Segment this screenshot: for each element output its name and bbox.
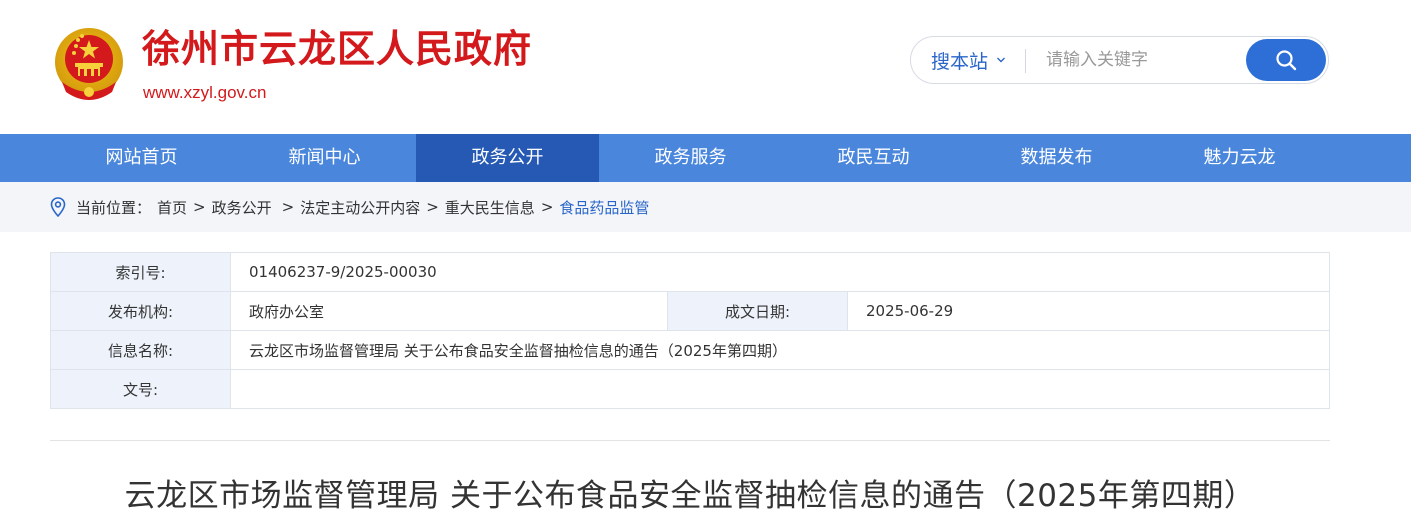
info-table: 索引号: 01406237-9/2025-00030 发布机构: 政府办公室 成… [50, 252, 1330, 409]
nav-item-interaction[interactable]: 政民互动 [782, 134, 965, 182]
breadcrumb-separator: > [193, 198, 206, 216]
table-row: 信息名称: 云龙区市场监督管理局 关于公布食品安全监督抽检信息的通告（2025年… [50, 330, 1330, 370]
site-title[interactable]: 徐州市云龙区人民政府 [142, 30, 532, 68]
main-nav: 网站首页 新闻中心 政务公开 政务服务 政民互动 数据发布 魅力云龙 [0, 134, 1411, 182]
site-header: 徐州市云龙区人民政府 www.xzyl.gov.cn 搜本站 [0, 0, 1411, 134]
location-pin-icon [50, 197, 66, 217]
breadcrumb-prefix: 当前位置： [76, 198, 152, 217]
nav-item-gov-services[interactable]: 政务服务 [599, 134, 782, 182]
breadcrumb-separator: > [281, 198, 295, 216]
article-title: 云龙区市场监督管理局 关于公布食品安全监督抽检信息的通告（2025年第四期） [124, 478, 1256, 514]
date-value: 2025-06-29 [847, 291, 1330, 331]
name-label: 信息名称: [50, 330, 231, 370]
table-row: 索引号: 01406237-9/2025-00030 [50, 252, 1330, 292]
nav-item-home[interactable]: 网站首页 [50, 134, 233, 182]
breadcrumb-separator: > [426, 198, 439, 216]
docno-value [230, 369, 1330, 409]
search-box: 搜本站 [910, 36, 1329, 84]
breadcrumb-livelihood-info[interactable]: 重大民生信息 [445, 197, 535, 218]
search-divider [1025, 49, 1026, 73]
index-label: 索引号: [50, 252, 231, 292]
site-url[interactable]: www.xzyl.gov.cn [143, 83, 266, 103]
search-input[interactable] [1046, 45, 1246, 75]
search-icon [1276, 50, 1297, 71]
search-scope-label: 搜本站 [931, 50, 989, 73]
nav-item-news[interactable]: 新闻中心 [233, 134, 416, 182]
table-row: 文号: [50, 369, 1330, 409]
nav-item-gov-affairs-open[interactable]: 政务公开 [416, 134, 599, 182]
nav-item-charm-yunlong[interactable]: 魅力云龙 [1148, 134, 1331, 182]
national-emblem-icon[interactable] [52, 26, 126, 102]
table-row: 发布机构: 政府办公室 成文日期: 2025-06-29 [50, 291, 1330, 331]
nav-item-data-release[interactable]: 数据发布 [965, 134, 1148, 182]
publisher-value: 政府办公室 [230, 291, 668, 331]
publisher-label: 发布机构: [50, 291, 231, 331]
search-scope-dropdown[interactable]: 搜本站 [931, 37, 1006, 83]
divider [50, 440, 1330, 441]
breadcrumb-separator: > [540, 198, 554, 216]
breadcrumb-food-drug-supervision[interactable]: 食品药品监管 [559, 197, 649, 218]
search-button[interactable] [1246, 39, 1326, 81]
breadcrumb-home[interactable]: 首页 [157, 197, 187, 218]
name-value: 云龙区市场监督管理局 关于公布食品安全监督抽检信息的通告（2025年第四期） [230, 330, 1330, 370]
breadcrumb: 当前位置： 首页 > 政务公开 > 法定主动公开内容 > 重大民生信息 > 食品… [0, 182, 1411, 232]
index-value: 01406237-9/2025-00030 [230, 252, 1330, 292]
chevron-down-icon [997, 57, 1006, 63]
docno-label: 文号: [50, 369, 231, 409]
breadcrumb-gov-affairs-open[interactable]: 政务公开 [212, 197, 272, 218]
breadcrumb-statutory-disclosure[interactable]: 法定主动公开内容 [300, 197, 420, 218]
date-label: 成文日期: [667, 291, 848, 331]
